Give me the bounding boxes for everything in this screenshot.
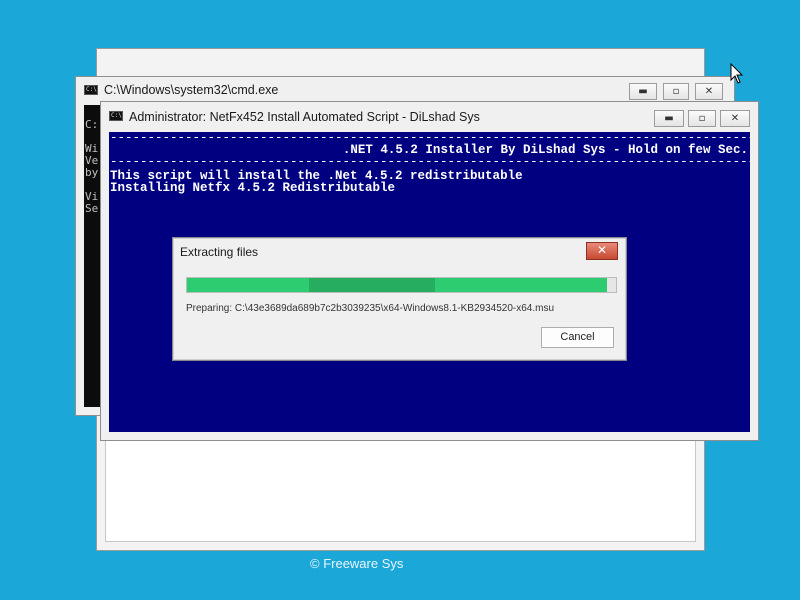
- minimize-button[interactable]: ▬: [654, 110, 684, 127]
- maximize-button[interactable]: ▫: [688, 110, 716, 127]
- maximize-button[interactable]: ▫: [663, 83, 689, 100]
- admin-titlebar[interactable]: C:\ Administrator: NetFx452 Install Auto…: [101, 102, 758, 130]
- console-header-line: .NET 4.5.2 Installer By DiLshad Sys - Ho…: [342, 143, 748, 157]
- console-icon: C:\: [109, 111, 123, 121]
- extracting-dialog[interactable]: Extracting files ✕ Preparing: C:\43e3689…: [172, 237, 627, 361]
- dialog-title: Extracting files: [180, 245, 259, 259]
- dialog-close-button[interactable]: ✕: [586, 242, 618, 260]
- preparing-status: Preparing: C:\43e3689da689b7c2b3039235\x…: [186, 303, 555, 314]
- progress-bar: [186, 277, 617, 293]
- cmd-window-title: C:\Windows\system32\cmd.exe: [104, 83, 279, 97]
- console-divider: ----------------------------------------…: [110, 156, 750, 168]
- console-icon: C:\: [84, 85, 98, 95]
- progress-glow: [309, 278, 435, 292]
- close-button[interactable]: ✕: [720, 110, 750, 127]
- cancel-button[interactable]: Cancel: [541, 327, 614, 348]
- console-line: Installing Netfx 4.5.2 Redistributable: [110, 181, 396, 195]
- admin-window-title: Administrator: NetFx452 Install Automate…: [129, 110, 480, 124]
- footer-copyright: © Freeware Sys: [310, 556, 404, 571]
- mouse-cursor-icon: [730, 63, 744, 84]
- minimize-button[interactable]: ▬: [629, 83, 657, 100]
- close-button[interactable]: ✕: [695, 83, 723, 100]
